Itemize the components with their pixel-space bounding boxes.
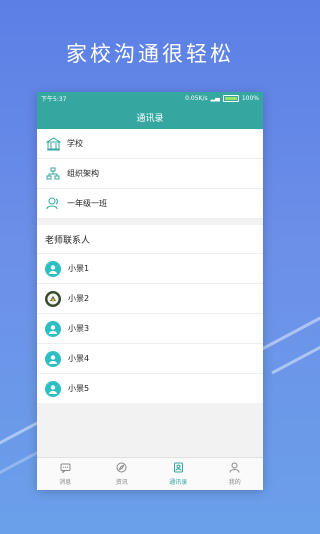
org-chart-icon (45, 166, 61, 182)
org-item-label: 一年级一班 (67, 199, 107, 208)
promo-headline: 家校沟通很轻松 (66, 42, 234, 66)
teachers-section-title: 老师联系人 (37, 225, 263, 253)
contact-name: 小景3 (68, 324, 90, 333)
profile-icon (229, 462, 240, 475)
contact-name: 小景5 (68, 384, 90, 393)
avatar-icon (45, 350, 61, 367)
background-stripe (254, 309, 320, 354)
contact-item[interactable]: 小景1 (37, 253, 263, 283)
battery-icon (222, 95, 239, 102)
tab-contacts[interactable]: 通讯录 (150, 458, 207, 490)
background-stripe (271, 338, 320, 375)
org-item-school[interactable]: 学校 (37, 129, 263, 159)
page-title: 通讯录 (136, 113, 164, 124)
photo-avatar-icon (45, 290, 61, 307)
bottom-tab-bar: 消息 资讯 通讯录 我的 (37, 457, 263, 490)
contact-item[interactable]: 小景3 (37, 313, 263, 343)
tab-label: 我的 (228, 479, 241, 486)
tab-label: 消息 (59, 478, 72, 486)
tab-profile[interactable]: 我的 (207, 458, 264, 490)
network-speed: 0.05K/s (185, 95, 208, 102)
contact-item[interactable]: 小景2 (37, 283, 263, 313)
org-item-label: 组织架构 (67, 169, 99, 178)
phone-screen: 下午5:37 0.05K/s ▂▄ 100% 通讯录 学校 组织架构 一年级一班… (37, 92, 263, 490)
avatar-icon (45, 320, 61, 337)
tab-label: 资讯 (115, 479, 128, 486)
signal-icon: ▂▄ (210, 95, 220, 102)
battery-level: 100% (241, 95, 259, 102)
nav-bar: 通讯录 (37, 105, 263, 129)
contacts-icon (173, 462, 184, 475)
status-time: 下午5:37 (41, 96, 67, 103)
contact-item[interactable]: 小景5 (37, 373, 263, 403)
org-item-class[interactable]: 一年级一班 (37, 189, 263, 219)
compass-icon (116, 462, 127, 475)
org-item-label: 学校 (67, 139, 83, 148)
org-list: 学校 组织架构 一年级一班 (37, 129, 263, 219)
teacher-contact-list: 小景1 小景2 小景3 小景4 小景5 (37, 253, 263, 403)
status-bar: 下午5:37 0.05K/s ▂▄ 100% (37, 92, 263, 105)
status-indicators: 0.05K/s ▂▄ 100% (185, 95, 259, 102)
school-building-icon (45, 136, 61, 152)
contact-name: 小景2 (68, 294, 90, 303)
org-item-structure[interactable]: 组织架构 (37, 159, 263, 189)
contact-item[interactable]: 小景4 (37, 343, 263, 373)
avatar-icon (45, 260, 61, 277)
contact-name: 小景4 (68, 354, 90, 363)
class-group-icon (45, 196, 61, 212)
tab-label: 通讯录 (169, 479, 188, 486)
tab-news[interactable]: 资讯 (94, 458, 151, 490)
message-icon (60, 463, 71, 475)
contact-name: 小景1 (68, 264, 90, 273)
avatar-icon (45, 380, 61, 397)
tab-messages[interactable]: 消息 (37, 458, 94, 490)
